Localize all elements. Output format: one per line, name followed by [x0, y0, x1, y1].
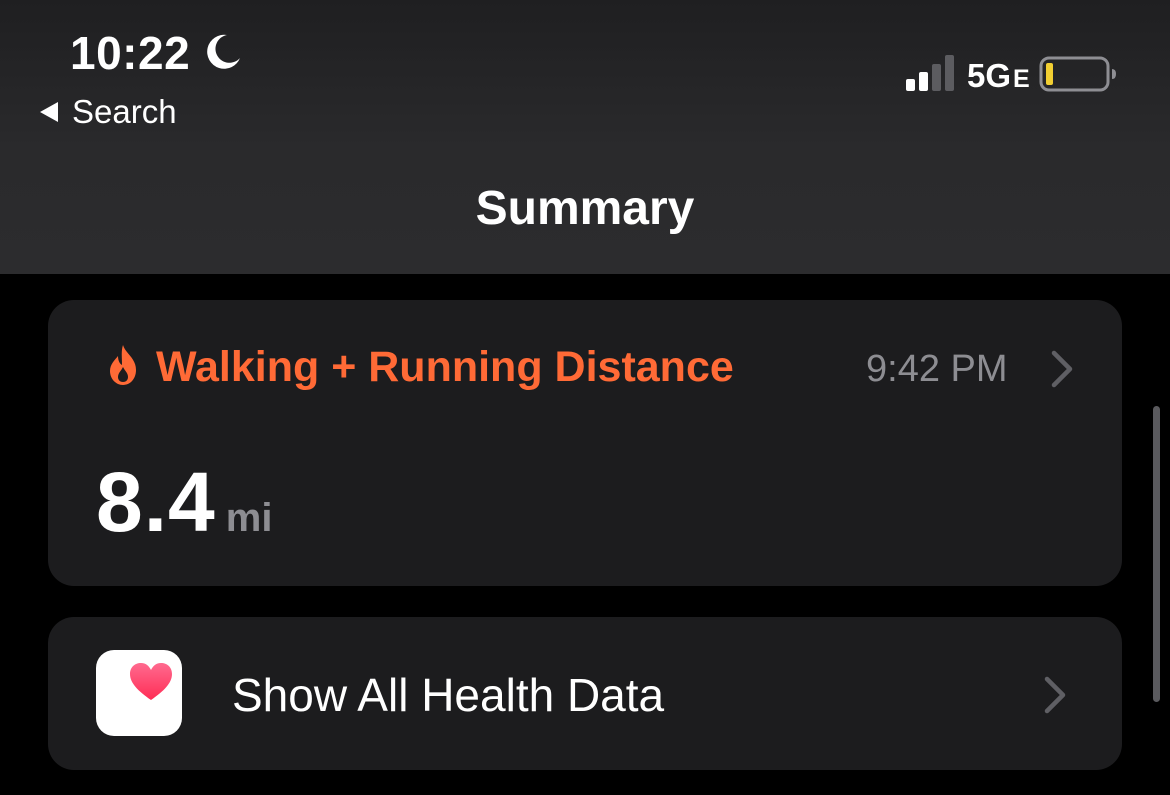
metric-value-row: 8.4 mi: [96, 452, 272, 552]
show-all-health-data-label: Show All Health Data: [232, 669, 665, 721]
battery-icon: [1039, 56, 1116, 92]
health-app-icon: [96, 650, 182, 736]
scroll-indicator[interactable]: [1153, 406, 1160, 702]
network-type: 5G: [967, 57, 1012, 94]
status-time: 10:22: [70, 27, 191, 79]
navigation-header: 10:22 Search 5GE Summary: [0, 0, 1170, 274]
moon-icon: [207, 34, 240, 69]
back-arrow-icon: [40, 102, 58, 122]
metric-unit: mi: [225, 496, 273, 540]
network-indicator: 5GE: [967, 56, 1030, 99]
cellular-signal-icon: [906, 55, 954, 91]
network-type-suffix: E: [1013, 65, 1030, 93]
heart-icon: [130, 663, 172, 700]
metric-value: 8.4: [96, 455, 216, 549]
page-title: Summary: [475, 182, 695, 235]
back-button-label: Search: [72, 93, 177, 130]
flame-icon: [110, 345, 136, 385]
chevron-right-icon: [1044, 676, 1066, 714]
metric-title: Walking + Running Distance: [156, 343, 734, 391]
metric-timestamp: 9:42 PM: [866, 348, 1008, 390]
chevron-right-icon: [1051, 350, 1073, 388]
back-to-search-button[interactable]: Search: [38, 90, 177, 134]
